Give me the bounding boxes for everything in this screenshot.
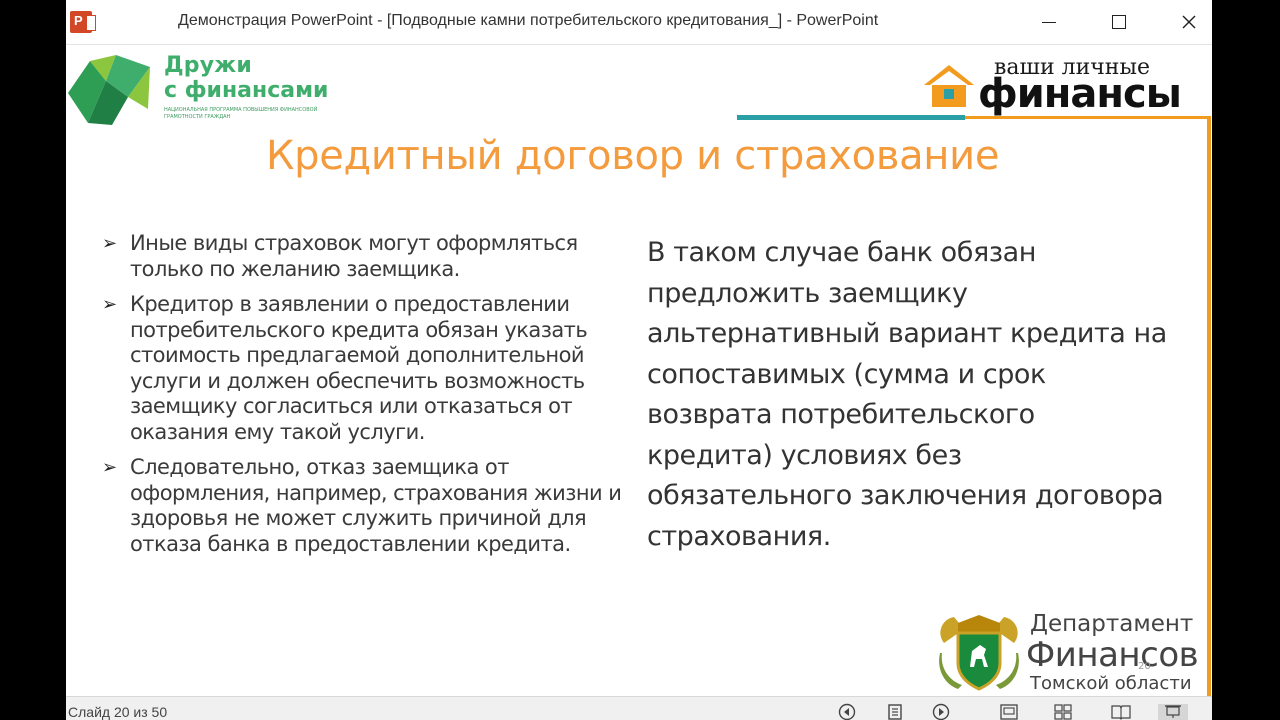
left-logo-subtitle: национальная программа повышения финансо… <box>164 107 318 120</box>
slide-title: Кредитный договор и страхование <box>266 133 1000 179</box>
bullet-text: Кредитор в заявлении о предоставлении по… <box>130 292 588 444</box>
department-line2: Финансов <box>1026 635 1199 675</box>
slide-show-button[interactable] <box>1158 704 1188 720</box>
druzhi-s-finansami-logo <box>68 55 150 125</box>
window-title: Демонстрация PowerPoint - [Подводные кам… <box>178 12 879 29</box>
slide-sorter-icon <box>1054 704 1072 720</box>
slide-canvas[interactable]: Дружи с финансами национальная программа… <box>66 45 1212 696</box>
right-paragraph: В таком случае банк обязан предложить за… <box>647 237 1167 552</box>
slide-counter: Слайд 20 из 50 <box>68 704 168 720</box>
minimize-icon <box>1042 21 1056 23</box>
previous-slide-button[interactable] <box>836 703 858 720</box>
tomsk-crest-icon <box>936 613 1022 693</box>
bullet-item: ➢ Следовательно, отказ заемщика от оформ… <box>102 455 642 557</box>
next-slide-icon <box>932 703 950 720</box>
left-logo-line2: с финансами <box>164 78 329 103</box>
house-icon <box>924 65 974 107</box>
bullet-text: Следовательно, отказ заемщика от оформле… <box>130 455 622 556</box>
bullet-list: ➢ Иные виды страховок могут оформляться … <box>102 231 642 567</box>
bullet-text: Иные виды страховок могут оформляться то… <box>130 231 578 281</box>
right-logo-main: финансы <box>978 71 1182 117</box>
department-line1: Департамент <box>1030 611 1194 637</box>
bullet-arrow-icon: ➢ <box>102 457 117 478</box>
slide-menu-button[interactable] <box>884 704 906 720</box>
bullet-item: ➢ Кредитор в заявлении о предоставлении … <box>102 292 642 445</box>
slide-number: 20 <box>1138 661 1151 672</box>
powerpoint-window: P Демонстрация PowerPoint - [Подводные к… <box>66 0 1212 720</box>
close-icon <box>1182 15 1196 29</box>
reading-view-button[interactable] <box>1110 704 1132 720</box>
normal-view-icon <box>1000 704 1018 720</box>
bullet-item: ➢ Иные виды страховок могут оформляться … <box>102 231 642 282</box>
maximize-icon <box>1112 15 1126 29</box>
slide-menu-icon <box>888 704 902 720</box>
maximize-button[interactable] <box>1096 6 1142 38</box>
slide-sorter-button[interactable] <box>1052 704 1074 720</box>
department-line3: Томской области <box>1030 673 1192 694</box>
minimize-button[interactable] <box>1026 6 1072 38</box>
orange-divider <box>965 116 1211 119</box>
normal-view-button[interactable] <box>998 704 1020 720</box>
orange-border <box>1207 116 1211 696</box>
bullet-arrow-icon: ➢ <box>102 294 117 315</box>
reading-view-icon <box>1111 705 1131 720</box>
title-bar: P Демонстрация PowerPoint - [Подводные к… <box>66 0 1212 45</box>
bullet-arrow-icon: ➢ <box>102 233 117 254</box>
slide-show-icon <box>1165 705 1181 718</box>
teal-divider <box>737 115 965 120</box>
close-button[interactable] <box>1166 6 1212 38</box>
app-icon-letter: P <box>74 13 83 28</box>
next-slide-button[interactable] <box>930 703 952 720</box>
status-bar: Слайд 20 из 50 <box>66 696 1212 720</box>
powerpoint-app-icon[interactable]: P <box>70 11 96 33</box>
left-logo-line1: Дружи <box>164 53 252 78</box>
previous-slide-icon <box>838 703 856 720</box>
